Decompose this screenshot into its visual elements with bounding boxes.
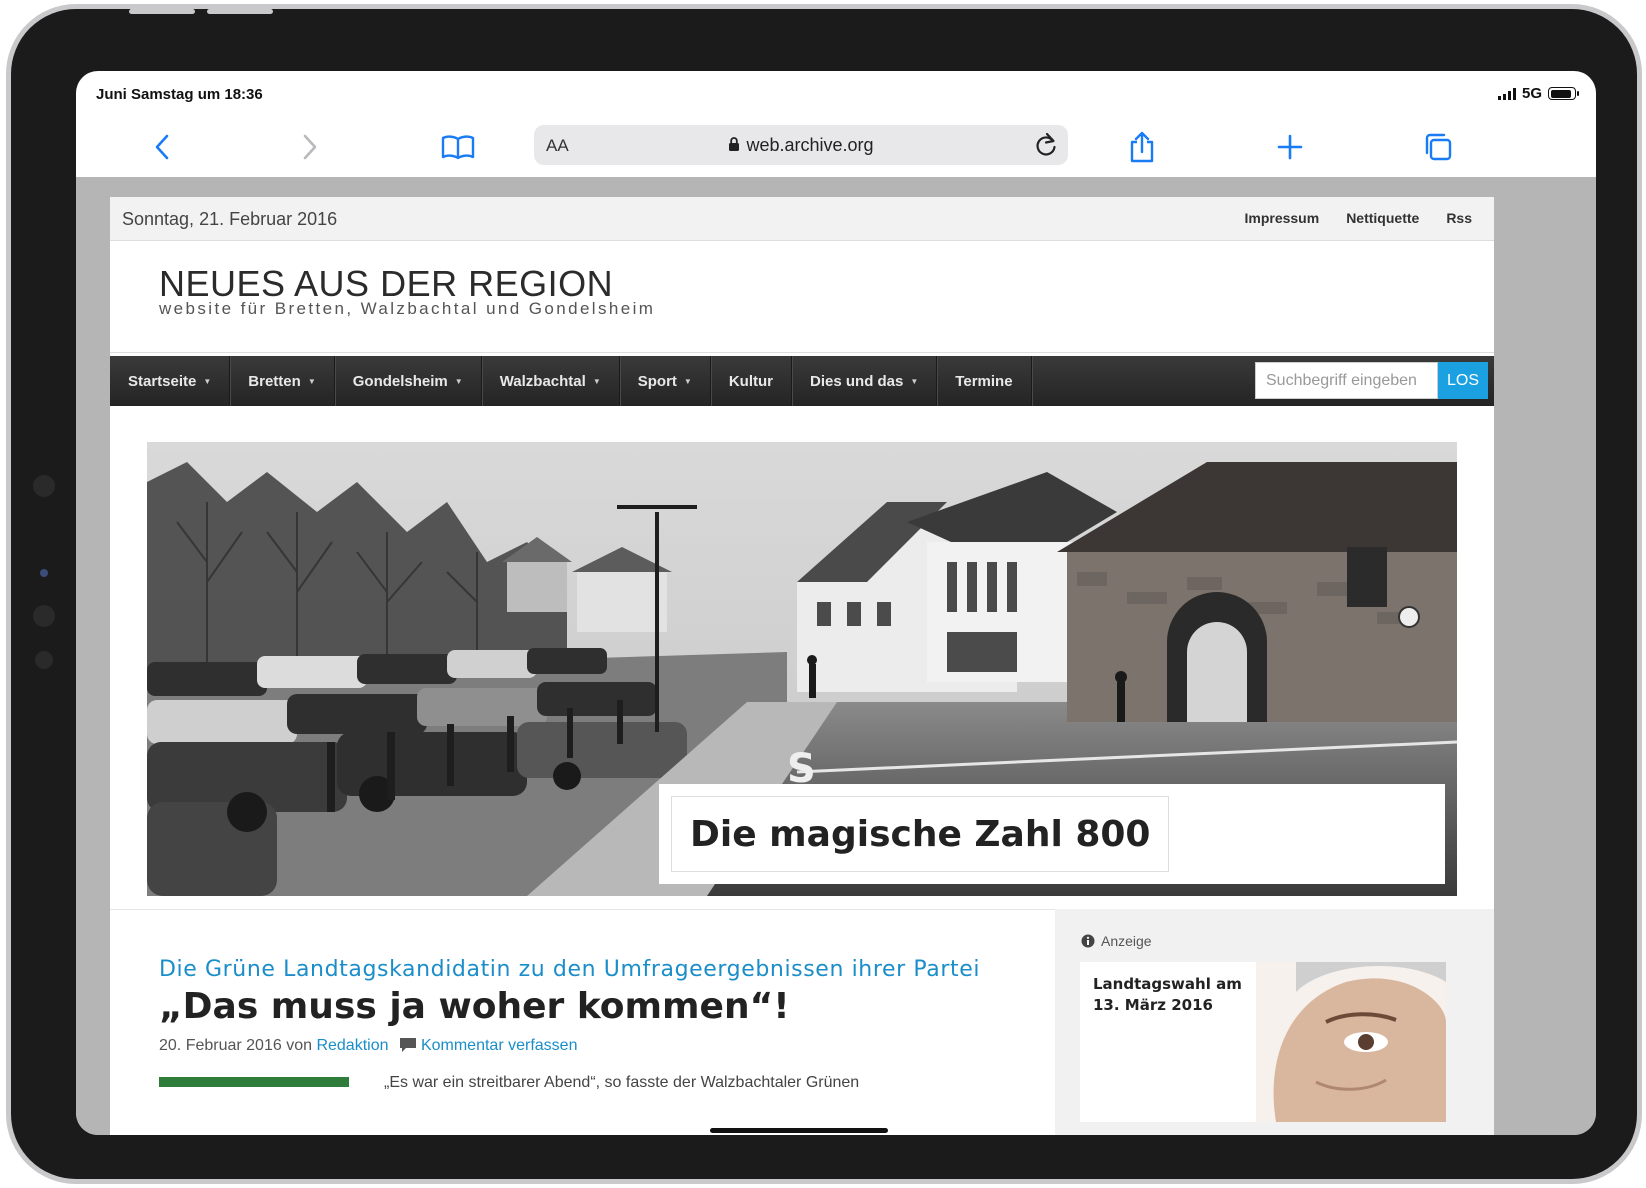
nav-item-sport[interactable]: Sport ▼ <box>620 356 711 406</box>
nav-item-kultur[interactable]: Kultur <box>711 356 793 406</box>
chevron-right-icon <box>303 134 317 160</box>
status-indicators: 5G <box>1497 85 1579 102</box>
volume-button <box>129 9 195 14</box>
power-button <box>207 9 273 14</box>
battery-icon <box>1548 87 1579 100</box>
screen: Juni Samstag um 18:36 5G AA web.archive.… <box>76 71 1596 1135</box>
hero-caption[interactable]: Die magische Zahl 800 <box>671 796 1170 872</box>
info-icon <box>1081 934 1095 948</box>
caret-down-icon: ▼ <box>307 376 316 386</box>
share-button[interactable] <box>1122 127 1162 167</box>
share-icon <box>1130 131 1154 163</box>
address-bar[interactable]: AA web.archive.org <box>534 125 1068 165</box>
browser-toolbar: AA web.archive.org <box>76 113 1596 177</box>
top-bar: Sonntag, 21. Februar 2016 Impressum Nett… <box>110 197 1494 241</box>
tabs-icon <box>1425 133 1452 161</box>
main-nav: Startseite ▼ Bretten ▼ Gondelsheim ▼ Walzbacht… <box>110 356 1494 406</box>
tabs-button[interactable] <box>1418 127 1458 167</box>
status-time: Juni Samstag um 18:36 <box>96 86 263 103</box>
link-rss[interactable]: Rss <box>1446 210 1472 226</box>
site-tagline: website für Bretten, Walzbachtal und Gon… <box>159 299 656 318</box>
comment-link[interactable]: Kommentar verfassen <box>421 1037 578 1054</box>
nav-item-label: Termine <box>955 372 1013 390</box>
network-label: 5G <box>1521 85 1542 102</box>
nav-item-label: Bretten <box>248 372 301 390</box>
home-indicator[interactable] <box>710 1128 888 1133</box>
masthead: NEUES AUS DER REGION website für Bretten… <box>110 241 1494 353</box>
ad-portrait-image <box>1256 962 1446 1122</box>
ad-label: Anzeige <box>1081 933 1152 949</box>
caret-down-icon: ▼ <box>203 376 212 386</box>
link-nettiquette[interactable]: Nettiquette <box>1346 210 1419 226</box>
nav-item-label: Sport <box>637 372 677 390</box>
article-kicker[interactable]: Die Grüne Landtagskandidatin zu den Umfr… <box>159 957 1039 982</box>
sidebar: Anzeige Landtagswahl am 13. März 2016 <box>1055 909 1494 1135</box>
bookmarks-button[interactable] <box>438 127 478 167</box>
reload-button[interactable] <box>1034 132 1058 163</box>
hero-slider[interactable]: S Die magische Zahl 800 <box>147 442 1457 896</box>
nav-item-gondelsheim[interactable]: Gondelsheim ▼ <box>335 356 482 406</box>
current-date: Sonntag, 21. Februar 2016 <box>122 209 338 229</box>
caret-down-icon: ▼ <box>454 376 463 386</box>
nav-item-termine[interactable]: Termine <box>937 356 1032 406</box>
nav-item-walzbachtal[interactable]: Walzbachtal ▼ <box>482 356 620 406</box>
article-thumbnail[interactable] <box>159 1077 349 1087</box>
advertisement[interactable]: Landtagswahl am 13. März 2016 <box>1080 962 1446 1122</box>
camera-lens-icon <box>33 605 55 627</box>
chevron-left-icon <box>155 134 169 160</box>
nav-item-dies-und-das[interactable]: Dies und das ▼ <box>792 356 938 406</box>
status-bar: Juni Samstag um 18:36 5G <box>76 71 1596 113</box>
caret-down-icon: ▼ <box>592 376 601 386</box>
website: Sonntag, 21. Februar 2016 Impressum Nett… <box>110 197 1494 1135</box>
ad-text-line2: 13. März 2016 <box>1093 996 1213 1014</box>
signal-icon <box>1497 87 1516 100</box>
ad-text-line1: Landtagswahl am <box>1093 975 1242 993</box>
article-meta: 20. Februar 2016 von Redaktion Kommentar… <box>159 1037 1039 1055</box>
nav-item-bretten[interactable]: Bretten ▼ <box>230 356 335 406</box>
comment-icon <box>399 1038 416 1052</box>
search-form: LOS <box>1255 362 1488 399</box>
reload-icon <box>1036 132 1056 156</box>
flash-icon <box>35 651 53 669</box>
forward-button[interactable] <box>290 127 330 167</box>
sensor-icon <box>40 569 48 577</box>
article-teaser: Die Grüne Landtagskandidatin zu den Umfr… <box>159 957 1039 1055</box>
lock-icon <box>729 137 740 151</box>
ipad-frame: Juni Samstag um 18:36 5G AA web.archive.… <box>6 4 1642 1184</box>
back-button[interactable] <box>142 127 182 167</box>
article-teaser-text: „Es war ein streitbarer Abend“, so fasst… <box>384 1074 860 1091</box>
ad-label-text: Anzeige <box>1101 933 1152 949</box>
article-by: von <box>286 1037 312 1054</box>
nav-item-startseite[interactable]: Startseite ▼ <box>110 356 231 406</box>
camera-icon <box>33 475 55 497</box>
url-text: web.archive.org <box>746 135 874 155</box>
book-icon <box>441 135 475 160</box>
plus-icon <box>1277 134 1303 160</box>
nav-item-label: Dies und das <box>810 372 904 390</box>
battery-level <box>1550 89 1572 98</box>
search-input[interactable] <box>1255 362 1438 399</box>
nav-item-label: Kultur <box>728 372 774 390</box>
nav-item-label: Startseite <box>128 372 197 390</box>
link-impressum[interactable]: Impressum <box>1244 210 1319 226</box>
nav-item-label: Walzbachtal <box>499 372 586 390</box>
author-link[interactable]: Redaktion <box>316 1037 388 1054</box>
article-date: 20. Februar 2016 <box>159 1037 282 1054</box>
nav-item-label: Gondelsheim <box>352 372 448 390</box>
article-headline[interactable]: „Das muss ja woher kommen“! <box>159 986 1039 1027</box>
search-button[interactable]: LOS <box>1438 362 1488 399</box>
ad-text: Landtagswahl am 13. März 2016 <box>1093 974 1242 1016</box>
caret-down-icon: ▼ <box>683 376 692 386</box>
new-tab-button[interactable] <box>1270 127 1310 167</box>
caret-down-icon: ▼ <box>910 376 919 386</box>
web-viewport[interactable]: Sonntag, 21. Februar 2016 Impressum Nett… <box>76 177 1596 1135</box>
